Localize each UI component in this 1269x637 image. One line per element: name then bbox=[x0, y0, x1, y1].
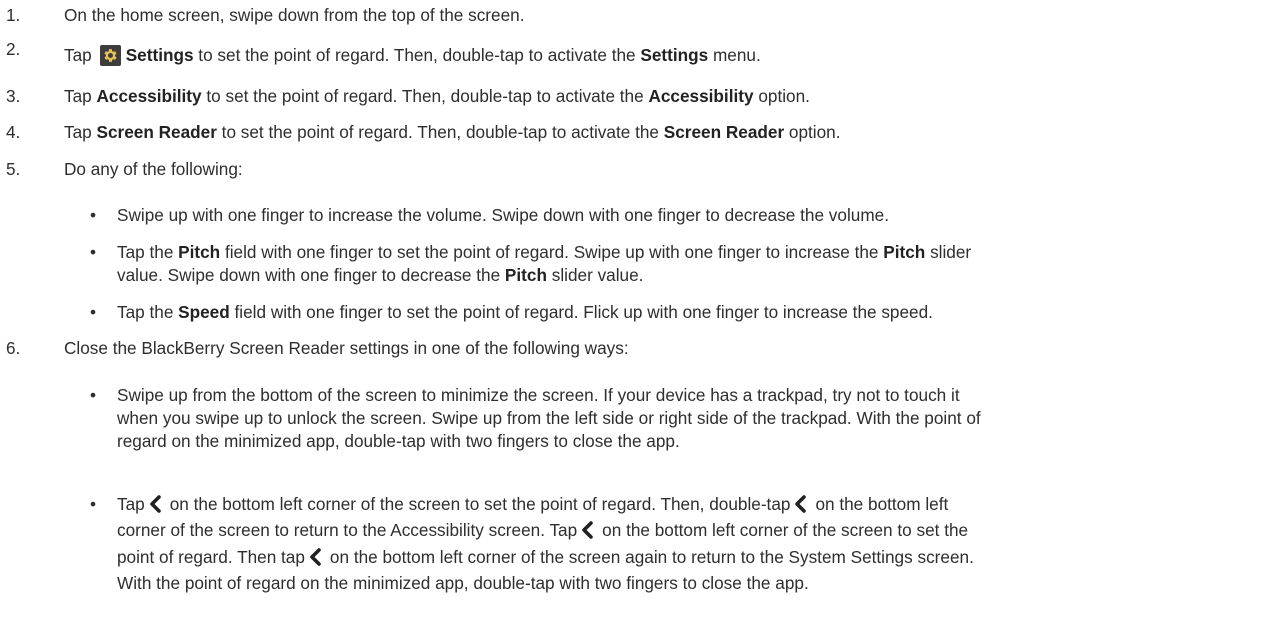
text-run: corner of the screen to return to the Ac… bbox=[117, 520, 578, 541]
bold-term: Pitch bbox=[504, 265, 547, 285]
bold-term: Settings bbox=[640, 45, 709, 65]
bold-term: Accessibility bbox=[648, 86, 754, 106]
step-text: Tap Settings to set the point of regard. … bbox=[64, 44, 1254, 67]
back-chevron-icon bbox=[795, 495, 807, 513]
bullet-dot: • bbox=[90, 385, 97, 405]
text-run: field with one finger to set the point o… bbox=[220, 242, 884, 262]
step-number: 6. bbox=[6, 338, 21, 358]
text-run: on the bottom left corner of the screen … bbox=[169, 494, 791, 514]
text-run: when you swipe up to unlock the screen. … bbox=[117, 408, 981, 428]
text-run: Close the BlackBerry Screen Reader setti… bbox=[64, 338, 629, 358]
text-run: to set the point of regard. Then, double… bbox=[216, 122, 664, 142]
step-number: 2. bbox=[6, 39, 21, 59]
text-run: Tap bbox=[117, 494, 145, 514]
back-chevron-icon bbox=[149, 495, 161, 513]
text-run: value. Swipe down with one finger to dec… bbox=[117, 265, 505, 285]
text-run: on the bottom left corner of the screen … bbox=[329, 546, 974, 567]
step-text: Tap Screen Reader to set the point of re… bbox=[64, 121, 1254, 144]
text-run: Swipe up with one finger to increase the… bbox=[117, 205, 889, 225]
step-number: 4. bbox=[6, 122, 21, 142]
bullet-text: Swipe up from the bottom of the screen t… bbox=[117, 384, 1251, 453]
step-text: Close the BlackBerry Screen Reader setti… bbox=[64, 337, 1254, 360]
bullet-text: Tap the Pitch field with one finger to s… bbox=[117, 241, 1251, 287]
bold-term: Screen Reader bbox=[663, 122, 785, 142]
step-text: Tap Accessibility to set the point of re… bbox=[64, 85, 1254, 108]
text-run: point of regard. Then tap bbox=[117, 546, 305, 567]
text-run: on the bottom left corner of the screen … bbox=[602, 520, 969, 541]
bullet-dot: • bbox=[90, 302, 97, 322]
bullet-text: Tap the Speed field with one finger to s… bbox=[117, 301, 1251, 324]
bold-term: Screen Reader bbox=[96, 122, 217, 142]
step-number: 3. bbox=[6, 86, 21, 106]
text-run: regard on the minimized app, double-tap … bbox=[117, 431, 680, 451]
bullet-text: Swipe up with one finger to increase the… bbox=[117, 204, 1251, 227]
step-text: On the home screen, swipe down from the … bbox=[64, 4, 1254, 27]
back-chevron-icon bbox=[582, 521, 593, 540]
text-run: slider value. bbox=[546, 265, 644, 285]
instructions-document: 1. On the home screen, swipe down from t… bbox=[0, 0, 1269, 637]
text-run: Tap the bbox=[117, 242, 179, 262]
text-run: to set the point of regard. Then, double… bbox=[201, 86, 649, 106]
bold-term: Speed bbox=[178, 302, 230, 322]
text-run: option. bbox=[784, 122, 841, 142]
text-run: option. bbox=[753, 86, 810, 106]
text-run: Swipe up from the bottom of the screen t… bbox=[117, 385, 960, 405]
text-run: Tap bbox=[64, 45, 92, 65]
bullet-dot: • bbox=[90, 242, 97, 262]
text-run: on the bottom left bbox=[815, 494, 949, 514]
bullet-dot: • bbox=[90, 494, 97, 514]
back-chevron-icon bbox=[310, 548, 321, 566]
bold-term: Accessibility bbox=[96, 86, 202, 106]
text-run: slider bbox=[925, 242, 972, 262]
text-run: menu. bbox=[708, 45, 761, 65]
step-text: Do any of the following: bbox=[64, 158, 1254, 181]
bold-term: Pitch bbox=[178, 242, 221, 262]
bold-term: Settings bbox=[125, 45, 194, 65]
text-run: to set the point of regard. Then, double… bbox=[193, 45, 641, 65]
text-run: With the point of regard on the minimize… bbox=[117, 573, 809, 594]
text-run: Do any of the following: bbox=[64, 159, 243, 179]
step-number: 5. bbox=[6, 159, 21, 179]
text-run: field with one finger to set the point o… bbox=[229, 302, 933, 322]
text-run: On the home screen, swipe down from the … bbox=[64, 5, 525, 25]
bold-term: Pitch bbox=[883, 242, 926, 262]
gear-icon bbox=[99, 45, 121, 66]
text-run: Tap the bbox=[117, 302, 179, 322]
text-run: Tap bbox=[64, 86, 97, 106]
bullet-text: Tap on the bottom left corner of the scre… bbox=[117, 491, 1251, 597]
step-number: 1. bbox=[6, 5, 21, 25]
bullet-dot: • bbox=[90, 205, 97, 225]
text-run: Tap bbox=[64, 122, 97, 142]
